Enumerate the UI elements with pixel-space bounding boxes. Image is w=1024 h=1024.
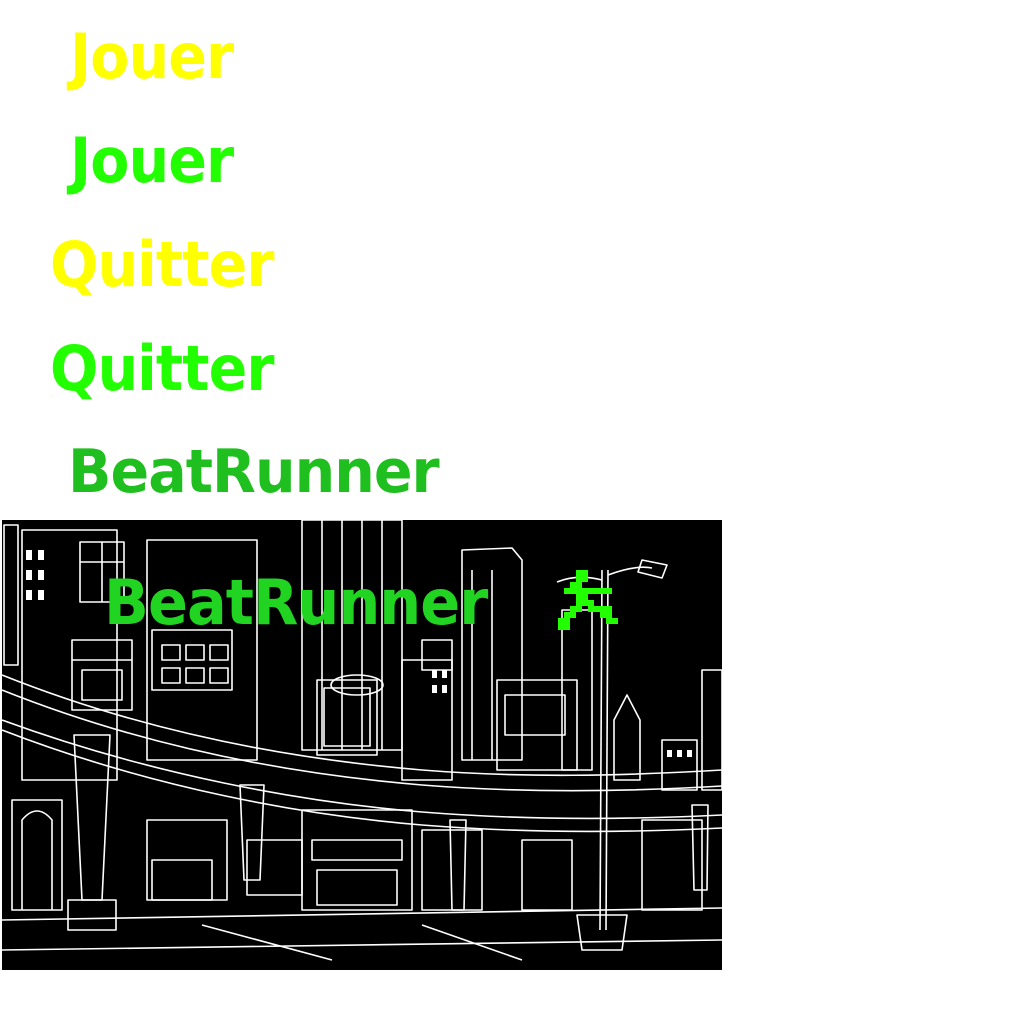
game-logo-title: BeatRunner — [104, 566, 488, 639]
play-button-hover[interactable]: Jouer — [70, 130, 234, 192]
quit-button-hover[interactable]: Quitter — [50, 338, 274, 400]
game-logo-sprite: BeatRunner — [68, 437, 440, 507]
quit-button-normal[interactable]: Quitter — [50, 234, 274, 296]
play-button-normal[interactable]: Jouer — [70, 26, 234, 88]
runner-icon — [558, 570, 618, 630]
